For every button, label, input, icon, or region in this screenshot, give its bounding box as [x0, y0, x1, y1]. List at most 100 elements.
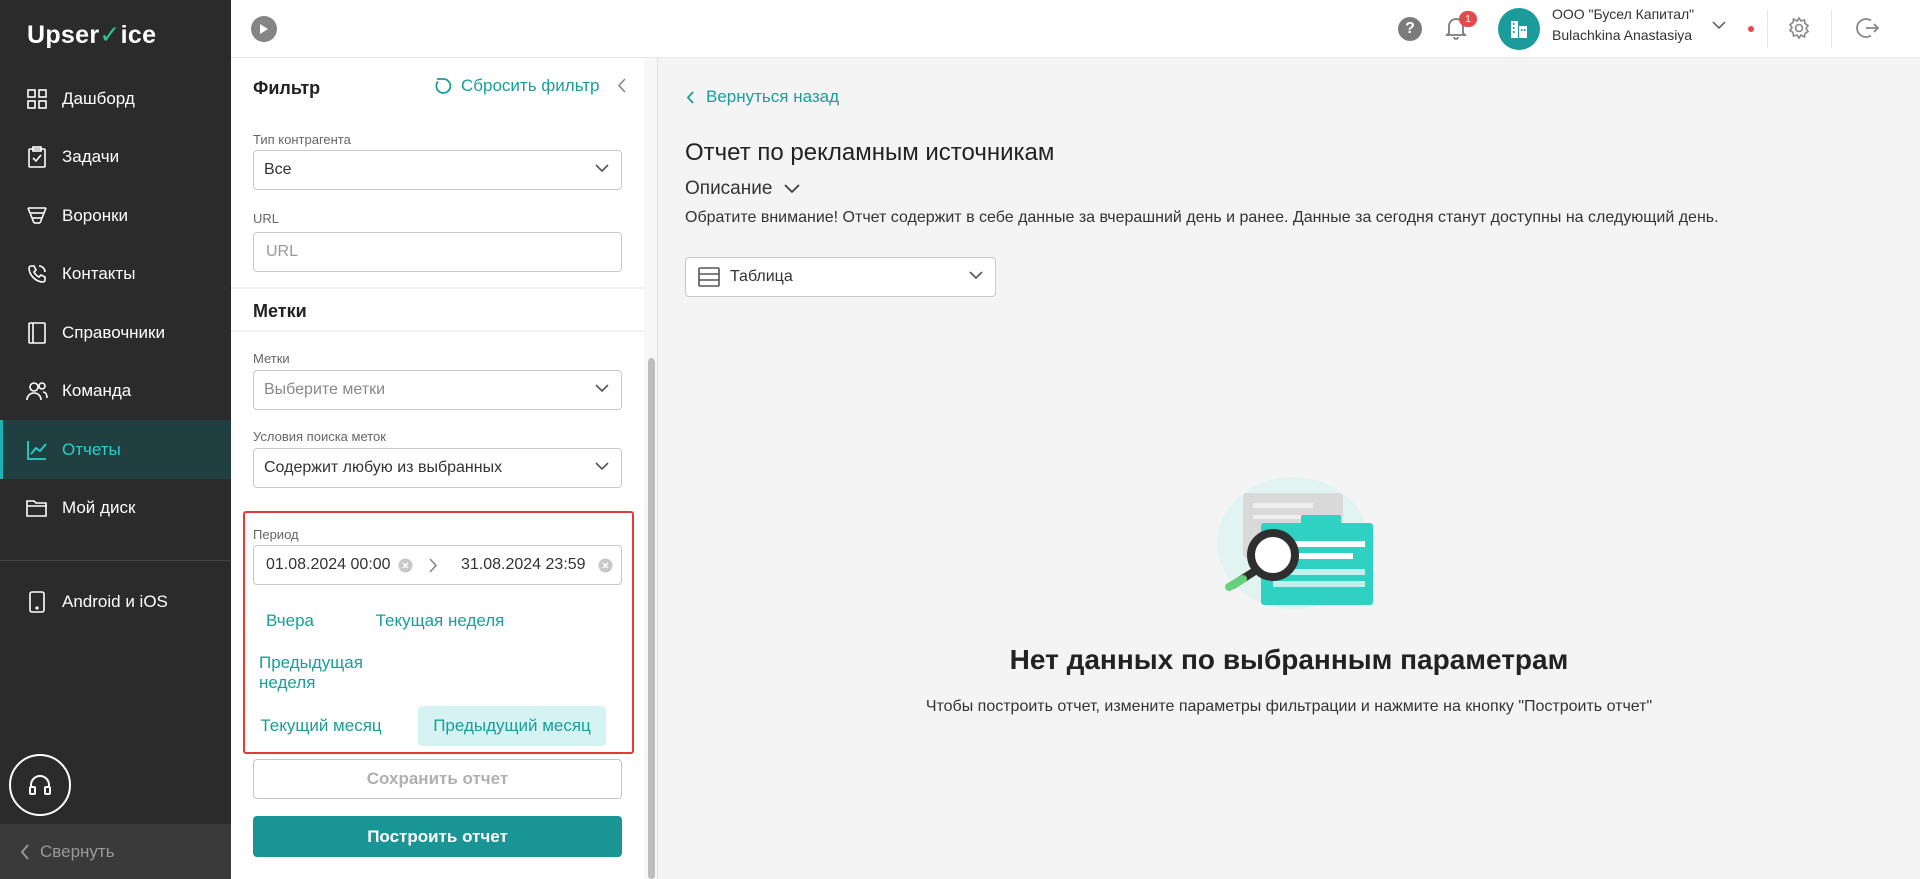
- description-toggle[interactable]: Описание: [685, 178, 800, 200]
- notification-count-badge: 1: [1459, 11, 1477, 27]
- topbar-divider: [1831, 10, 1832, 48]
- sidebar-item-dashboard[interactable]: Дашборд: [0, 69, 231, 128]
- tags-placeholder: Выберите метки: [264, 381, 386, 398]
- clipboard-icon: [26, 145, 48, 168]
- play-button[interactable]: [251, 16, 277, 42]
- sidebar-item-label: Мой диск: [62, 497, 136, 517]
- phone-icon: [26, 263, 48, 285]
- preset-current-week[interactable]: Текущая неделя: [359, 601, 521, 641]
- sidebar-item-reports[interactable]: Отчеты: [0, 420, 231, 479]
- reset-icon: [434, 77, 452, 95]
- logo-text-start: Upser: [27, 21, 100, 49]
- tag-conditions-label: Условия поиска меток: [253, 429, 386, 444]
- chevron-left-icon: [617, 78, 626, 93]
- back-link-label: Вернуться назад: [706, 87, 840, 106]
- book-icon: [26, 321, 48, 344]
- section-divider: [231, 287, 644, 289]
- description-toggle-label: Описание: [685, 178, 773, 199]
- mobile-icon: [26, 590, 48, 613]
- filter-header: Фильтр Сбросить фильтр: [231, 58, 657, 120]
- top-bar: ? 1 ООО "Бусел Капитал" Bulachkina Anast…: [231, 0, 1920, 58]
- data-notice: Обратите внимание! Отчет содержит в себе…: [685, 209, 1719, 226]
- dashboard-icon: [26, 88, 48, 110]
- view-mode-value: Таблица: [730, 268, 793, 285]
- sidebar-item-label: Контакты: [62, 263, 136, 283]
- account-menu-chevron[interactable]: [1712, 21, 1726, 30]
- funnel-icon: [26, 205, 48, 227]
- period-date-range[interactable]: 01.08.2024 00:00 31.08.2024 23:59: [253, 545, 622, 585]
- empty-state-title: Нет данных по выбранным параметрам: [1009, 644, 1569, 675]
- table-icon: [698, 267, 720, 287]
- building-icon: [1509, 19, 1529, 39]
- clear-end-date-icon[interactable]: [598, 558, 613, 573]
- sidebar-item-label: Воронки: [62, 205, 129, 225]
- settings-button[interactable]: [1787, 16, 1811, 40]
- chevron-down-icon: [595, 462, 609, 471]
- sidebar-item-label: Задачи: [62, 146, 120, 166]
- sidebar-divider: [0, 560, 231, 561]
- company-avatar[interactable]: [1498, 8, 1540, 50]
- logout-button[interactable]: [1856, 16, 1880, 40]
- build-report-button[interactable]: Построить отчет: [253, 816, 622, 857]
- url-label: URL: [253, 211, 280, 226]
- period-end-date[interactable]: 31.08.2024 23:59: [461, 556, 586, 574]
- chart-line-icon: [26, 439, 48, 461]
- logo-text-end: ice: [120, 21, 157, 49]
- sidebar-item-my-disk[interactable]: Мой диск: [0, 478, 231, 537]
- report-content: Вернуться назад Отчет по рекламным источ…: [658, 58, 1920, 879]
- empty-state-hint: Чтобы построить отчет, измените параметр…: [925, 698, 1653, 715]
- chevron-down-icon: [1712, 21, 1726, 30]
- preset-yesterday[interactable]: Вчера: [259, 601, 321, 641]
- sidebar-item-team[interactable]: Команда: [0, 361, 231, 420]
- sidebar-item-funnels[interactable]: Воронки: [0, 186, 231, 245]
- chevron-right-icon: [429, 558, 438, 573]
- save-report-button[interactable]: Сохранить отчет: [253, 759, 622, 799]
- url-input[interactable]: [253, 232, 622, 272]
- filter-panel: Фильтр Сбросить фильтр Тип контрагента В…: [231, 58, 658, 879]
- counterparty-type-value: Все: [264, 161, 292, 178]
- preset-previous-month[interactable]: Предыдущий месяц: [418, 706, 606, 746]
- empty-state-illustration: [1203, 473, 1383, 623]
- section-divider: [231, 330, 644, 332]
- sidebar-item-contacts[interactable]: Контакты: [0, 244, 231, 303]
- counterparty-type-select[interactable]: Все: [253, 150, 622, 190]
- collapse-filter-button[interactable]: [617, 78, 626, 93]
- status-dot: [1748, 26, 1754, 32]
- support-headset-button[interactable]: [9, 754, 71, 816]
- filter-scrollbar-thumb[interactable]: [648, 358, 655, 879]
- folder-icon: [26, 497, 48, 519]
- reset-filter-button[interactable]: Сбросить фильтр: [434, 76, 599, 96]
- period-label: Период: [253, 527, 299, 542]
- sidebar-item-label: Отчеты: [62, 439, 121, 459]
- user-name[interactable]: Bulachkina Anastasiya: [1552, 27, 1692, 43]
- preset-previous-week[interactable]: Предыдущая неделя: [259, 653, 419, 693]
- sidebar-item-label: Команда: [62, 380, 132, 400]
- sidebar-item-label: Android и iOS: [62, 591, 168, 611]
- period-start-date[interactable]: 01.08.2024 00:00: [266, 556, 391, 574]
- collapse-sidebar-button[interactable]: Свернуть: [0, 824, 231, 879]
- logo[interactable]: Upser✓ice: [27, 20, 156, 50]
- tag-conditions-value: Содержит любую из выбранных: [264, 459, 503, 476]
- sidebar-item-label: Дашборд: [62, 88, 135, 108]
- chevron-down-icon: [595, 164, 609, 173]
- tags-select[interactable]: Выберите метки: [253, 370, 622, 410]
- chevron-left-icon: [686, 90, 694, 104]
- help-button[interactable]: ?: [1398, 17, 1422, 41]
- sidebar-item-tasks[interactable]: Задачи: [0, 127, 231, 186]
- view-mode-select[interactable]: Таблица: [685, 257, 996, 297]
- headset-icon: [28, 773, 52, 797]
- chevron-down-icon: [969, 271, 983, 280]
- logo-check-mark: ✓: [99, 21, 121, 49]
- collapse-label: Свернуть: [40, 841, 115, 861]
- clear-start-date-icon[interactable]: [398, 558, 413, 573]
- sidebar: Upser✓ice Дашборд Задачи Воронки Контакт…: [0, 0, 231, 879]
- topbar-divider: [1767, 10, 1768, 48]
- sidebar-item-mobile-apps[interactable]: Android и iOS: [0, 572, 231, 631]
- preset-current-month[interactable]: Текущий месяц: [259, 706, 383, 746]
- team-icon: [26, 380, 48, 402]
- company-name[interactable]: ООО "Бусел Капитал": [1552, 6, 1694, 22]
- tags-section-title: Метки: [253, 301, 307, 321]
- back-link[interactable]: Вернуться назад: [686, 87, 839, 107]
- sidebar-item-references[interactable]: Справочники: [0, 303, 231, 362]
- tag-conditions-select[interactable]: Содержит любую из выбранных: [253, 448, 622, 488]
